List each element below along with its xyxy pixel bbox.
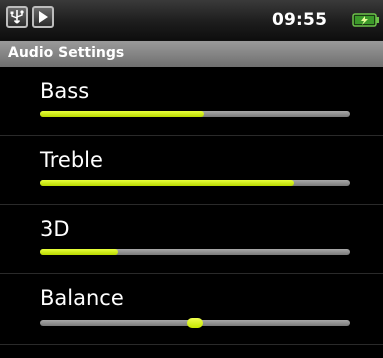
- setting-row-treble: Treble: [0, 136, 383, 205]
- balance-slider[interactable]: [40, 318, 350, 328]
- page-title: Audio Settings: [8, 45, 125, 61]
- setting-row-balance: Balance: [0, 274, 383, 345]
- setting-row-bass: Bass: [0, 67, 383, 136]
- setting-label-treble: Treble: [40, 148, 103, 172]
- balance-slider-thumb[interactable]: [187, 318, 203, 328]
- title-bar: Audio Settings: [0, 41, 383, 67]
- setting-label-bass: Bass: [40, 79, 90, 103]
- bass-slider-fill: [40, 111, 205, 117]
- treble-slider-fill: [40, 180, 295, 186]
- play-icon: [32, 6, 54, 28]
- status-bar: 09:55: [0, 0, 383, 41]
- setting-row-3d: 3D: [0, 205, 383, 274]
- status-time: 09:55: [272, 10, 328, 30]
- battery-icon: [352, 11, 380, 33]
- setting-label-3d: 3D: [40, 217, 70, 241]
- 3d-slider-fill: [40, 249, 118, 255]
- bass-slider[interactable]: [40, 111, 350, 117]
- 3d-slider[interactable]: [40, 249, 350, 255]
- treble-slider[interactable]: [40, 180, 350, 186]
- setting-label-balance: Balance: [40, 286, 124, 310]
- usb-icon: [6, 6, 28, 28]
